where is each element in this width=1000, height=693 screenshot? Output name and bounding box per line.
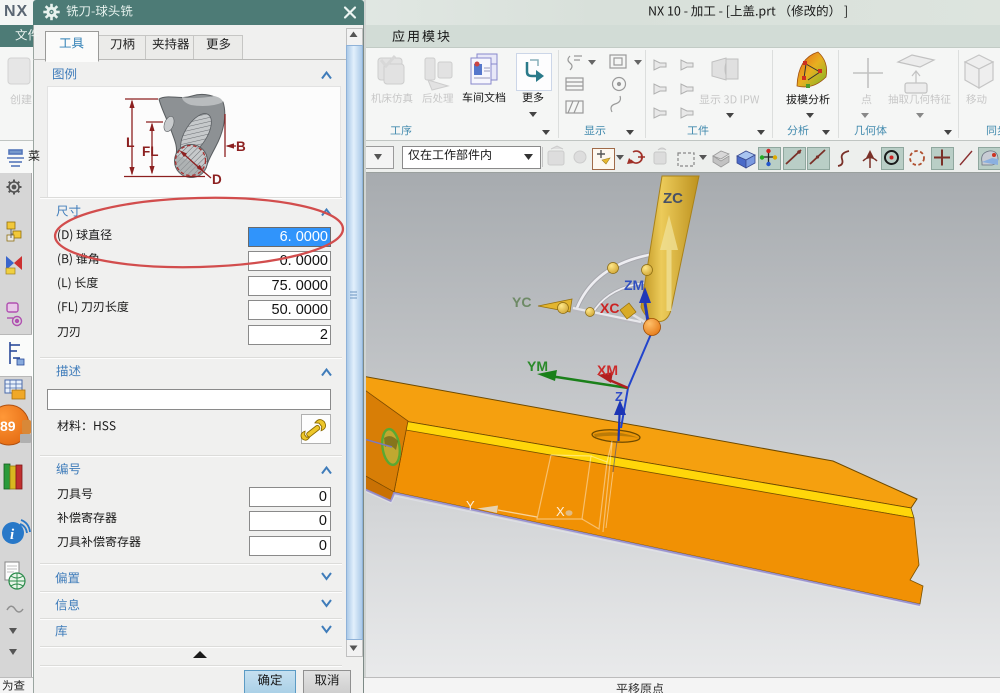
svg-text:Y: Y bbox=[466, 498, 475, 513]
svg-text:ZM: ZM bbox=[624, 277, 644, 293]
svg-text:XM: XM bbox=[597, 362, 618, 378]
svg-text:Z: Z bbox=[615, 389, 623, 404]
svg-text:XC: XC bbox=[600, 300, 619, 316]
svg-text:YM: YM bbox=[527, 358, 548, 374]
svg-text:YC: YC bbox=[512, 294, 531, 310]
svg-text:ZC: ZC bbox=[663, 190, 683, 207]
svg-text:X: X bbox=[556, 504, 565, 519]
